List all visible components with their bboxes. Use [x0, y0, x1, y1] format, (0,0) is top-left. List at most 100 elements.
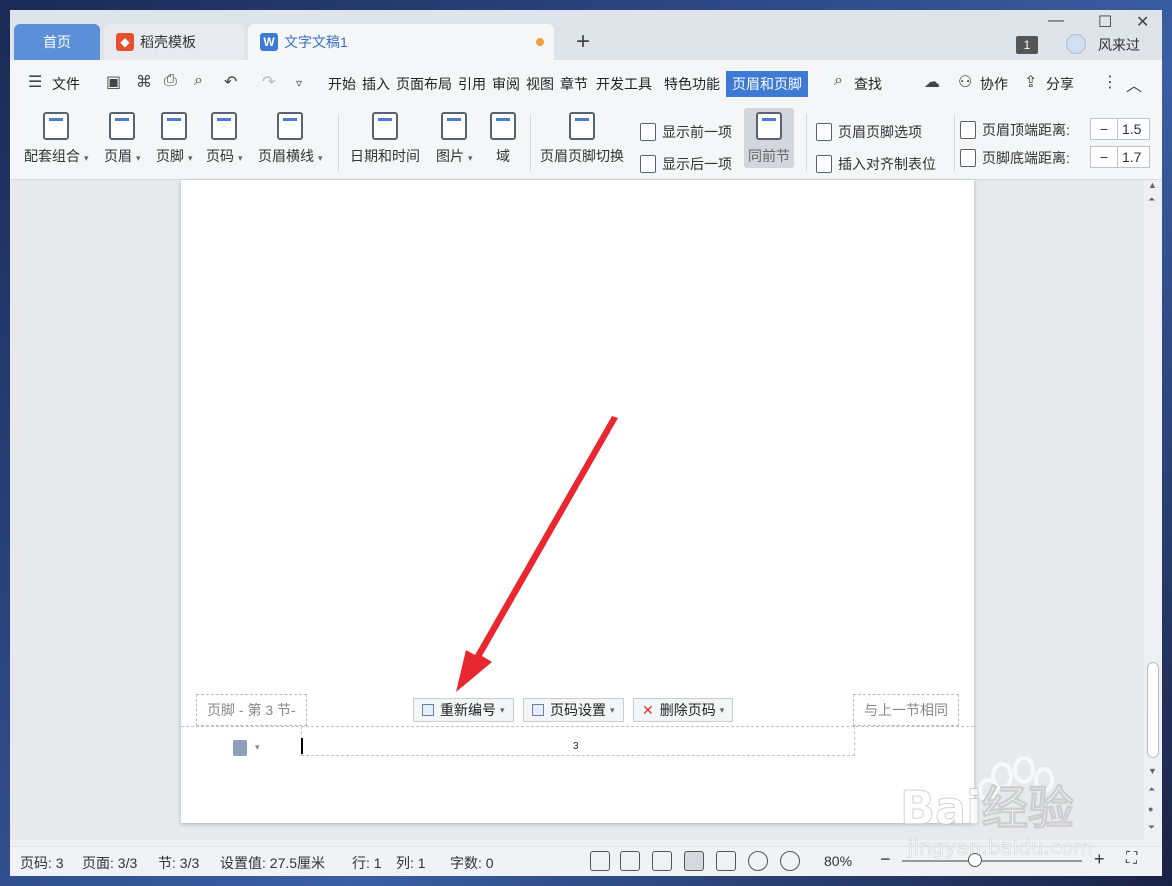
same-as-previous-button[interactable]: 同前节	[744, 108, 794, 168]
window-count-badge[interactable]: 1	[1016, 36, 1038, 54]
menu-references[interactable]: 引用	[458, 74, 486, 94]
quick-access-more-icon[interactable]: ▿	[296, 76, 302, 90]
new-tab-button[interactable]: +	[576, 28, 590, 56]
scroll-up-icon[interactable]: ▲	[1148, 180, 1157, 190]
edit-pen-icon[interactable]	[652, 851, 672, 871]
menu-chapter[interactable]: 章节	[560, 74, 588, 94]
zoom-out-icon[interactable]: −	[880, 849, 891, 870]
field-button[interactable]: 域	[490, 112, 516, 166]
footer-bottom-distance-stepper[interactable]: − 1.7	[1090, 146, 1150, 168]
scroll-top-icon[interactable]: ⏶	[1148, 194, 1155, 205]
renumber-label: 重新编号	[440, 702, 496, 718]
menu-special[interactable]: 特色功能	[664, 74, 720, 94]
menu-file[interactable]: 文件	[52, 74, 80, 94]
tab-docer-templates[interactable]: ◆ 稻壳模板	[104, 24, 244, 60]
status-row[interactable]: 行: 1	[352, 853, 382, 873]
hamburger-menu-icon[interactable]: ☰	[28, 72, 42, 92]
show-previous-button[interactable]: 显示前一项	[640, 122, 732, 142]
show-next-label: 显示后一项	[662, 156, 732, 172]
status-setting[interactable]: 设置值: 27.5厘米	[220, 853, 325, 873]
footer-distance-minus-button[interactable]: −	[1090, 146, 1118, 168]
menu-review[interactable]: 审阅	[492, 74, 520, 94]
web-view-icon[interactable]	[748, 851, 768, 871]
close-icon[interactable]: ✕	[1136, 12, 1149, 32]
combo-label: 配套组合	[24, 148, 80, 164]
header-distance-input[interactable]: 1.5	[1118, 118, 1150, 140]
header-top-distance-stepper[interactable]: − 1.5	[1090, 118, 1150, 140]
paragraph-format-icon[interactable]	[233, 740, 247, 756]
menu-page-layout[interactable]: 页面布局	[396, 74, 452, 94]
picture-icon	[441, 112, 468, 140]
select-browse-icon[interactable]: ●	[1148, 804, 1153, 814]
same-as-previous-label: 同前节	[748, 148, 790, 164]
footer-distance-input[interactable]: 1.7	[1118, 146, 1150, 168]
menu-home[interactable]: 开始	[328, 74, 356, 94]
document-page[interactable]: 页脚 - 第 3 节- 重新编号 ▾ 页码设置 ▾ ✕ 删除页码 ▾ 与上一节相同 ▾…	[181, 180, 974, 823]
redo-icon[interactable]: ↷	[262, 72, 275, 92]
watermark-url: jingyan.baidu.com	[907, 835, 1093, 859]
previous-page-icon[interactable]: ⏶	[1148, 784, 1155, 795]
header-footer-switch-button[interactable]: 页眉页脚切换	[540, 112, 624, 166]
zoom-level[interactable]: 80%	[824, 853, 852, 869]
page-number-icon	[211, 112, 238, 140]
status-words[interactable]: 字数: 0	[450, 853, 494, 873]
collab-icon[interactable]: ⚇	[958, 72, 972, 92]
menu-header-footer[interactable]: 页眉和页脚	[726, 71, 808, 97]
page-view-icon[interactable]	[684, 851, 704, 871]
delete-page-number-button[interactable]: ✕ 删除页码 ▾	[633, 698, 734, 722]
text-cursor	[301, 738, 303, 754]
header-distance-minus-button[interactable]: −	[1090, 118, 1118, 140]
collapse-ribbon-icon[interactable]: ︿	[1126, 72, 1142, 96]
search-button[interactable]: 查找	[854, 74, 882, 94]
footer-icon	[161, 112, 188, 140]
datetime-button[interactable]: 日期和时间	[350, 112, 420, 166]
username[interactable]: 风来过	[1098, 35, 1140, 55]
outline-view-icon[interactable]	[716, 851, 736, 871]
scroll-thumb[interactable]	[1147, 662, 1159, 758]
next-page-icon[interactable]: ⏷	[1148, 822, 1155, 833]
tab-home[interactable]: 首页	[14, 24, 100, 60]
collab-button[interactable]: 协作	[980, 74, 1008, 94]
status-section[interactable]: 节: 3/3	[158, 853, 199, 873]
show-next-button[interactable]: 显示后一项	[640, 154, 732, 174]
menu-insert[interactable]: 插入	[362, 74, 390, 94]
undo-icon[interactable]: ↶	[224, 72, 237, 92]
vertical-scrollbar[interactable]: ▲ ⏶ ▼ ⏶ ● ⏷	[1144, 180, 1162, 840]
read-mode-icon[interactable]	[620, 851, 640, 871]
format-painter-icon[interactable]: ⌘	[136, 72, 152, 92]
hf-options-button[interactable]: 页眉页脚选项	[816, 122, 922, 142]
picture-button[interactable]: 图片 ▾	[436, 112, 473, 166]
eye-protect-icon[interactable]	[780, 851, 800, 871]
share-button[interactable]: 分享	[1046, 74, 1074, 94]
page-number-text[interactable]: 3	[573, 741, 579, 752]
renumber-button[interactable]: 重新编号 ▾	[413, 698, 514, 722]
status-page[interactable]: 页面: 3/3	[82, 853, 137, 873]
share-icon[interactable]: ⇪	[1024, 72, 1037, 92]
cloud-icon[interactable]: ☁	[924, 72, 940, 92]
more-icon[interactable]: ⋮	[1102, 72, 1118, 92]
save-icon[interactable]: ▣	[106, 72, 121, 92]
header-line-button[interactable]: 页眉横线 ▾	[258, 112, 323, 166]
footer-button[interactable]: 页脚 ▾	[156, 112, 193, 166]
header-button[interactable]: 页眉 ▾	[104, 112, 141, 166]
maximize-icon[interactable]: ☐	[1098, 12, 1112, 32]
print-icon[interactable]: ⎙	[164, 72, 177, 90]
same-as-previous-badge[interactable]: 与上一节相同	[853, 694, 959, 726]
page-number-button[interactable]: 页码 ▾	[206, 112, 243, 166]
hf-options-icon	[816, 123, 832, 141]
status-col[interactable]: 列: 1	[396, 853, 426, 873]
menu-developer[interactable]: 开发工具	[596, 74, 652, 94]
combo-button[interactable]: 配套组合 ▾	[24, 112, 89, 166]
tab-document[interactable]: W 文字文稿1	[248, 24, 554, 60]
minimize-icon[interactable]: —	[1048, 12, 1064, 30]
page-settings-button[interactable]: 页码设置 ▾	[523, 698, 624, 722]
insert-align-tab-button[interactable]: 插入对齐制表位	[816, 154, 936, 174]
chevron-down-icon[interactable]: ▾	[255, 742, 260, 753]
search-icon[interactable]: ⌕	[834, 72, 843, 90]
status-page-number[interactable]: 页码: 3	[20, 853, 64, 873]
print-preview-icon[interactable]: ⌕	[194, 72, 203, 90]
avatar[interactable]	[1066, 34, 1086, 54]
scroll-down-icon[interactable]: ▼	[1148, 766, 1157, 776]
fullscreen-icon[interactable]	[590, 851, 610, 871]
menu-view[interactable]: 视图	[526, 74, 554, 94]
